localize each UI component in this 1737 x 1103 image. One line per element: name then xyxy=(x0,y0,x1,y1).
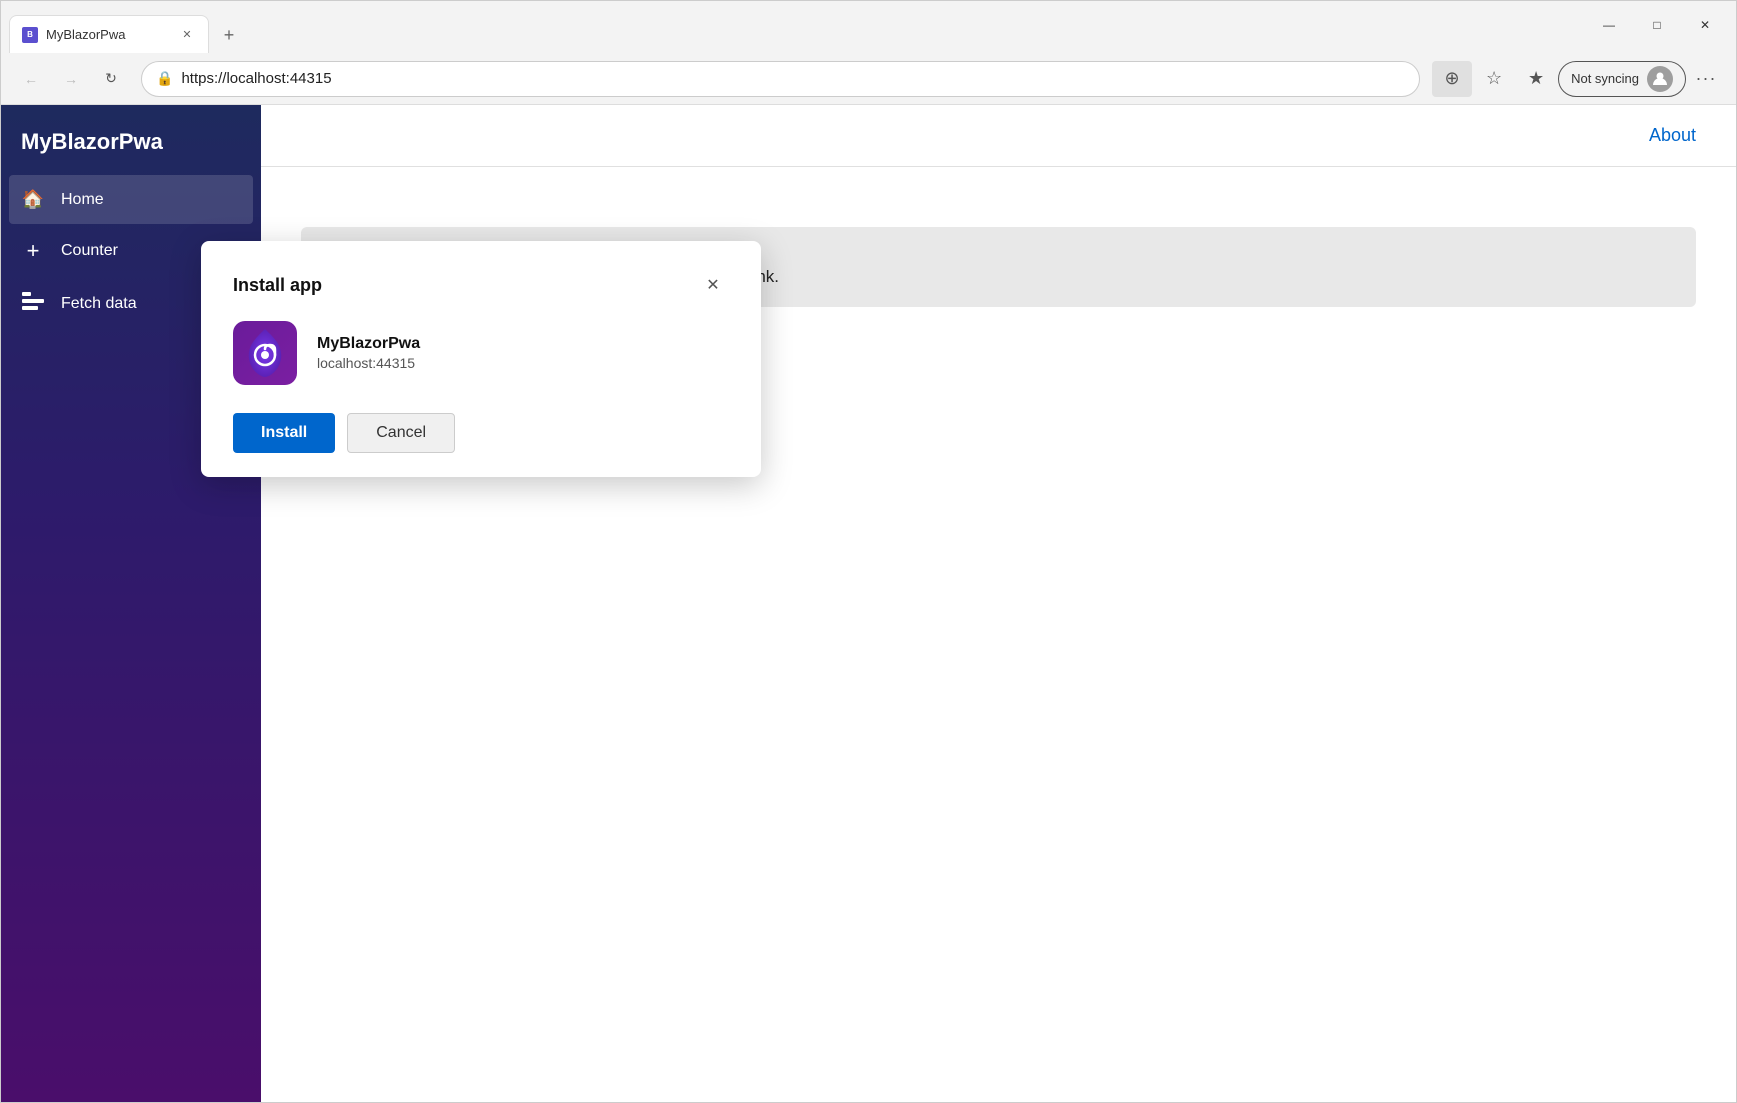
dialog-close-button[interactable]: ✕ xyxy=(697,269,729,301)
install-button[interactable]: Install xyxy=(233,413,335,453)
address-bar: ← → ↻ 🔒 https://localhost:44315 ⊕ ☆ ★ No… xyxy=(1,53,1736,105)
dialog-overlay: Install app ✕ xyxy=(1,105,1736,1102)
browser-window: B MyBlazorPwa ✕ + — □ ✕ ← → ↻ 🔒 https://… xyxy=(0,0,1737,1103)
not-syncing-button[interactable]: Not syncing xyxy=(1558,61,1686,97)
tab-favicon: B xyxy=(22,27,38,43)
app-details: MyBlazorPwa localhost:44315 xyxy=(317,335,420,371)
dialog-app-url: localhost:44315 xyxy=(317,355,420,371)
refresh-button[interactable]: ↻ xyxy=(93,61,129,97)
dialog-header: Install app ✕ xyxy=(233,269,729,301)
more-options-button[interactable]: ··· xyxy=(1688,61,1724,97)
favorites-button[interactable]: ☆ xyxy=(1474,61,1514,97)
close-window-button[interactable]: ✕ xyxy=(1682,9,1728,41)
lock-icon: 🔒 xyxy=(156,70,173,87)
collections-button[interactable]: ★ xyxy=(1516,61,1556,97)
not-syncing-label: Not syncing xyxy=(1571,71,1639,86)
minimize-button[interactable]: — xyxy=(1586,9,1632,41)
window-controls: — □ ✕ xyxy=(1586,9,1728,45)
install-app-button[interactable]: ⊕ xyxy=(1432,61,1472,97)
app-logo-svg xyxy=(237,325,293,381)
profile-avatar xyxy=(1647,66,1673,92)
back-button[interactable]: ← xyxy=(13,61,49,97)
title-bar: B MyBlazorPwa ✕ + — □ ✕ xyxy=(1,1,1736,53)
tab-title: MyBlazorPwa xyxy=(46,27,170,42)
install-dialog: Install app ✕ xyxy=(201,241,761,477)
url-text: https://localhost:44315 xyxy=(181,70,1405,87)
new-tab-button[interactable]: + xyxy=(213,19,245,51)
app-logo xyxy=(233,321,297,385)
active-tab[interactable]: B MyBlazorPwa ✕ xyxy=(9,15,209,53)
tab-close-button[interactable]: ✕ xyxy=(178,26,196,44)
app-content: MyBlazorPwa 🏠 Home + Counter Fetch data xyxy=(1,105,1736,1102)
dialog-app-name: MyBlazorPwa xyxy=(317,335,420,353)
dialog-app-info: MyBlazorPwa localhost:44315 xyxy=(233,321,729,385)
dialog-title: Install app xyxy=(233,275,322,296)
maximize-button[interactable]: □ xyxy=(1634,9,1680,41)
address-input[interactable]: 🔒 https://localhost:44315 xyxy=(141,61,1420,97)
dialog-actions: Install Cancel xyxy=(233,413,729,453)
toolbar-icons: ⊕ ☆ ★ Not syncing ··· xyxy=(1432,61,1724,97)
forward-button[interactable]: → xyxy=(53,61,89,97)
cancel-button[interactable]: Cancel xyxy=(347,413,455,453)
tab-bar: B MyBlazorPwa ✕ + xyxy=(9,1,1586,53)
